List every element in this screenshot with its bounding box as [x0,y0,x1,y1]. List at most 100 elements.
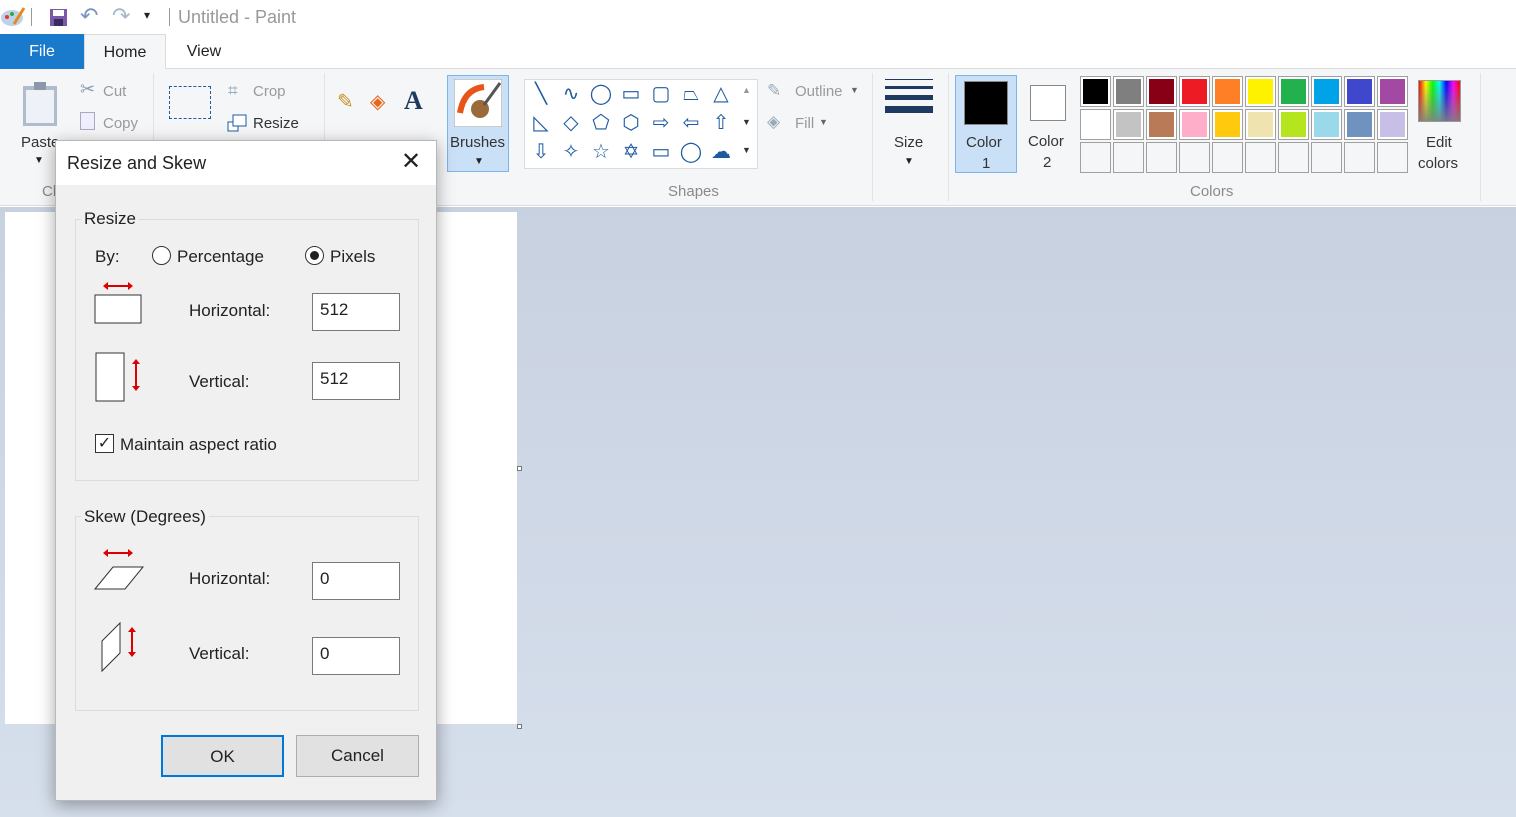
edit-colors-icon[interactable] [1418,80,1461,122]
palette-swatch[interactable] [1245,76,1276,107]
shapes-scroll-down[interactable]: ▼ [742,117,751,127]
skew-horizontal-label: Horizontal: [189,569,271,588]
custom-color-slot[interactable] [1113,142,1144,173]
palette-swatch[interactable] [1278,109,1309,140]
palette-swatch[interactable] [1311,109,1342,140]
four-point-star-shape-icon[interactable]: ✧ [556,138,586,167]
up-arrow-shape-icon[interactable]: ⇧ [706,109,736,138]
paste-icon[interactable] [22,81,58,127]
outline-button[interactable]: Outline [795,83,843,100]
curve-shape-icon[interactable]: ∿ [556,80,586,109]
canvas-resize-handle-right[interactable] [517,466,522,471]
fill-button[interactable]: Fill [795,115,814,132]
resize-vertical-input[interactable]: 512 [312,362,400,400]
tab-home[interactable]: Home [84,34,166,70]
skew-horizontal-input[interactable]: 0 [312,562,400,600]
custom-color-slot[interactable] [1311,142,1342,173]
canvas-resize-handle-corner[interactable] [517,724,522,729]
polygon-shape-icon[interactable]: ⏢ [676,80,706,109]
rounded-rectangle-shape-icon[interactable]: ▢ [646,80,676,109]
palette-swatch[interactable] [1080,76,1111,107]
skew-vertical-input[interactable]: 0 [312,637,400,675]
dialog-header: Resize and Skew ✕ [56,141,436,185]
shapes-scroll-up[interactable]: ▲ [742,85,751,95]
palette-swatch[interactable] [1212,109,1243,140]
paste-dropdown-icon[interactable]: ▼ [34,155,44,166]
save-icon[interactable] [50,9,67,26]
palette-swatch[interactable] [1179,109,1210,140]
redo-icon[interactable]: ↷ [112,3,130,29]
close-icon[interactable]: ✕ [401,147,421,176]
palette-swatch[interactable] [1080,109,1111,140]
five-point-star-shape-icon[interactable]: ☆ [586,138,616,167]
tab-view[interactable]: View [166,34,242,69]
maintain-aspect-checkbox[interactable]: ✓ [95,434,114,453]
size-label[interactable]: Size [894,134,923,151]
customize-quick-access-icon[interactable]: ▾ [144,8,150,22]
color1-button[interactable]: Color 1 [955,75,1017,173]
custom-color-slot[interactable] [1146,142,1177,173]
color2-button[interactable]: Color 2 [1019,75,1077,173]
paste-button[interactable]: Paste [21,134,59,151]
palette-swatch[interactable] [1311,76,1342,107]
diamond-shape-icon[interactable]: ◇ [556,109,586,138]
pentagon-shape-icon[interactable]: ⬠ [586,109,616,138]
edit-colors-label-1[interactable]: Edit [1426,134,1452,151]
maintain-aspect-label[interactable]: Maintain aspect ratio [120,435,277,455]
palette-swatch[interactable] [1179,76,1210,107]
crop-button[interactable]: Crop [253,83,286,100]
custom-color-slot[interactable] [1344,142,1375,173]
left-arrow-shape-icon[interactable]: ⇦ [676,109,706,138]
palette-swatch[interactable] [1113,109,1144,140]
custom-color-slot[interactable] [1212,142,1243,173]
cancel-button[interactable]: Cancel [296,735,419,777]
palette-swatch[interactable] [1377,109,1408,140]
rounded-callout-shape-icon[interactable]: ▭ [646,138,676,167]
resize-horizontal-input[interactable]: 512 [312,293,400,331]
right-arrow-shape-icon[interactable]: ⇨ [646,109,676,138]
six-point-star-shape-icon[interactable]: ✡ [616,138,646,167]
skew-horizontal-icon [93,549,145,590]
undo-icon[interactable]: ↶ [80,3,98,29]
text-icon[interactable]: A [404,86,423,116]
down-arrow-shape-icon[interactable]: ⇩ [526,138,556,167]
palette-swatch[interactable] [1245,109,1276,140]
custom-color-slot[interactable] [1278,142,1309,173]
palette-swatch[interactable] [1113,76,1144,107]
select-icon[interactable] [169,86,211,119]
palette-swatch[interactable] [1377,76,1408,107]
palette-swatch[interactable] [1212,76,1243,107]
size-icon[interactable] [885,79,933,113]
pixels-label[interactable]: Pixels [330,247,375,267]
custom-color-slot[interactable] [1377,142,1408,173]
palette-swatch[interactable] [1146,109,1177,140]
shapes-expand[interactable]: ▼ [742,145,751,155]
custom-color-slot[interactable] [1245,142,1276,173]
cloud-callout-shape-icon[interactable]: ☁ [706,138,736,167]
cut-button[interactable]: Cut [103,83,126,100]
fill-bucket-icon[interactable]: ◈ [370,89,385,114]
edit-colors-label-2[interactable]: colors [1418,155,1458,172]
tab-file[interactable]: File [0,34,84,69]
oval-shape-icon[interactable]: ◯ [586,80,616,109]
percentage-radio[interactable] [152,246,171,265]
brushes-button[interactable]: Brushes ▼ [447,75,509,172]
copy-button[interactable]: Copy [103,115,138,132]
line-shape-icon[interactable]: ╲ [526,80,556,109]
palette-swatch[interactable] [1146,76,1177,107]
percentage-label[interactable]: Percentage [177,247,264,267]
right-triangle-shape-icon[interactable]: ◺ [526,109,556,138]
custom-color-slot[interactable] [1179,142,1210,173]
oval-callout-shape-icon[interactable]: ◯ [676,138,706,167]
ok-button[interactable]: OK [161,735,284,777]
palette-swatch[interactable] [1278,76,1309,107]
custom-color-slot[interactable] [1080,142,1111,173]
palette-swatch[interactable] [1344,109,1375,140]
pixels-radio[interactable] [305,246,324,265]
triangle-shape-icon[interactable]: △ [706,80,736,109]
pencil-icon[interactable]: ✎ [337,89,354,114]
hexagon-shape-icon[interactable]: ⬡ [616,109,646,138]
palette-swatch[interactable] [1344,76,1375,107]
resize-button[interactable]: Resize [253,115,299,132]
rectangle-shape-icon[interactable]: ▭ [616,80,646,109]
